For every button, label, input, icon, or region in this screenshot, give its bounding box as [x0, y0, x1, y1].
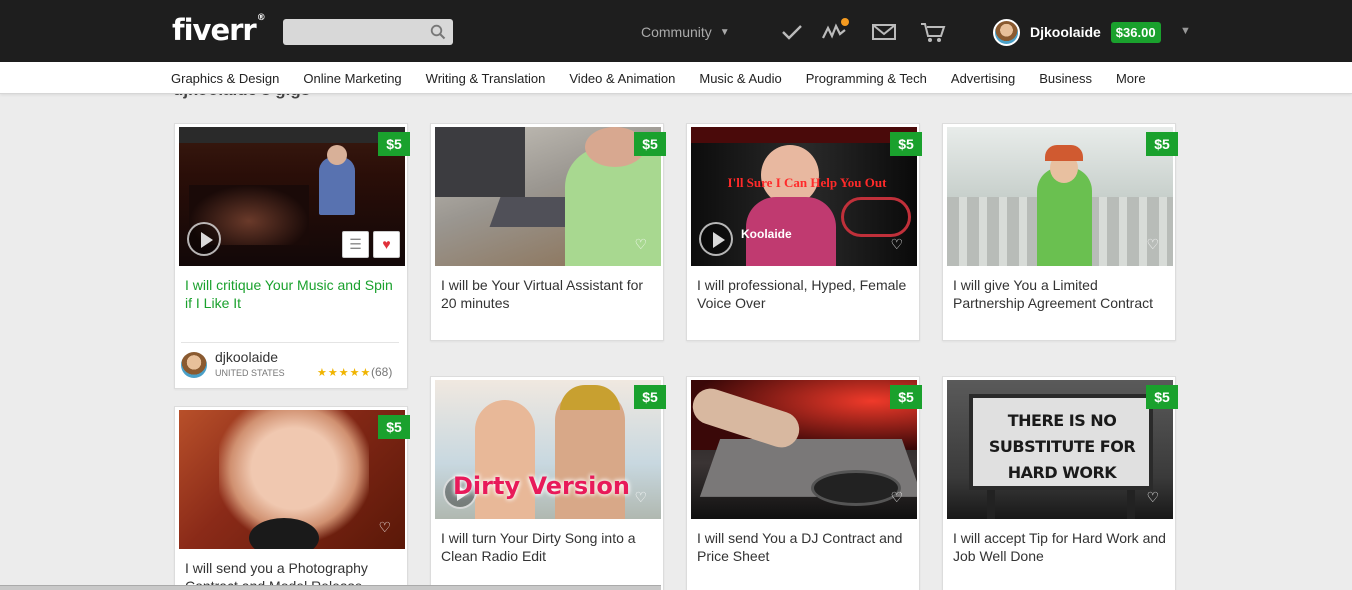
chevron-down-icon: ▼ — [719, 27, 730, 38]
gig-thumbnail[interactable]: ♡ — [179, 410, 405, 549]
thumbnail-dirty-text: Dirty Version — [453, 472, 630, 500]
heart-icon[interactable]: ♡ — [890, 236, 903, 253]
gig-title[interactable]: I will send You a DJ Contract and Price … — [697, 529, 911, 565]
balance-badge[interactable]: $36.00 — [1110, 21, 1161, 43]
gig-thumbnail[interactable]: ♡ — [691, 380, 917, 519]
gig-title[interactable]: I will critique Your Music and Spin if I… — [185, 276, 399, 312]
check-icon[interactable] — [779, 20, 805, 44]
thumbnail-tagline: I'll Sure I Can Help You Out — [727, 175, 887, 190]
seller-name[interactable]: djkoolaide — [215, 349, 278, 365]
gig-thumbnail[interactable]: ☰ ♥ — [179, 127, 405, 266]
heart-icon[interactable]: ♡ — [634, 236, 647, 253]
gig-thumbnail[interactable]: ♡ — [435, 127, 661, 266]
category-online-marketing[interactable]: Online Marketing — [303, 71, 401, 86]
price-badge: $5 — [890, 132, 922, 156]
mail-icon[interactable] — [871, 20, 897, 44]
seller-info: djkoolaide UNITED STATES ★★★★★ (68) — [181, 342, 399, 387]
search-input[interactable] — [283, 19, 423, 45]
heart-icon[interactable]: ♡ — [890, 489, 903, 506]
avatar[interactable] — [993, 18, 1020, 46]
gig-thumbnail[interactable]: THERE IS NO SUBSTITUTE FOR HARD WORK ♡ — [947, 380, 1173, 519]
category-advertising[interactable]: Advertising — [951, 71, 1015, 86]
gig-card[interactable]: ♡ $5 I will send you a Photography Contr… — [174, 406, 410, 590]
notification-dot — [841, 18, 849, 26]
review-count: (68) — [371, 365, 393, 379]
activity-button[interactable] — [821, 18, 849, 44]
cart-icon[interactable] — [920, 20, 946, 44]
fiverr-logo[interactable]: fiverr® — [172, 13, 266, 47]
heart-icon[interactable]: ♡ — [634, 489, 647, 506]
gig-title[interactable]: I will turn Your Dirty Song into a Clean… — [441, 529, 655, 565]
chevron-down-icon[interactable]: ▼ — [1180, 25, 1191, 37]
gig-card[interactable]: I'll Sure I Can Help You Out Koolaide ♡ … — [686, 123, 922, 341]
gig-title[interactable]: I will give You a Limited Partnership Ag… — [953, 276, 1167, 312]
price-badge: $5 — [378, 132, 410, 156]
play-icon[interactable] — [187, 222, 221, 256]
category-writing-translation[interactable]: Writing & Translation — [426, 71, 546, 86]
rating-stars: ★★★★★ — [317, 367, 372, 379]
top-bar: fiverr® Community ▼ Djkoolaide $36.00 ▼ — [0, 0, 1352, 62]
search-box[interactable] — [283, 19, 453, 45]
category-video-animation[interactable]: Video & Animation — [569, 71, 675, 86]
gig-card[interactable]: ♡ $5 I will send You a DJ Contract and P… — [686, 376, 922, 590]
list-icon[interactable]: ☰ — [342, 231, 369, 258]
gig-thumbnail[interactable]: Dirty Version ♡ — [435, 380, 661, 519]
heart-icon[interactable]: ♡ — [1146, 489, 1159, 506]
gig-thumbnail[interactable]: I'll Sure I Can Help You Out Koolaide ♡ — [691, 127, 917, 266]
thumbnail-sign-text: THERE IS NO SUBSTITUTE FOR HARD WORK — [988, 411, 1136, 482]
category-music-audio[interactable]: Music & Audio — [699, 71, 781, 86]
heart-icon[interactable]: ♡ — [378, 519, 391, 536]
category-graphics-design[interactable]: Graphics & Design — [171, 71, 279, 86]
gig-card[interactable]: ♡ $5 I will be Your Virtual Assistant fo… — [430, 123, 666, 341]
play-icon[interactable] — [699, 222, 733, 256]
gig-title[interactable]: I will accept Tip for Hard Work and Job … — [953, 529, 1167, 565]
avatar[interactable] — [181, 352, 207, 378]
heart-icon[interactable]: ♥ — [373, 231, 400, 258]
category-programming-tech[interactable]: Programming & Tech — [806, 71, 927, 86]
gig-card[interactable]: ♡ $5 I will give You a Limited Partnersh… — [942, 123, 1178, 341]
price-badge: $5 — [634, 385, 666, 409]
price-badge: $5 — [1146, 132, 1178, 156]
category-more[interactable]: More — [1116, 71, 1146, 86]
price-badge: $5 — [378, 415, 410, 439]
horizontal-scrollbar[interactable] — [0, 585, 661, 590]
price-badge: $5 — [890, 385, 922, 409]
seller-country: UNITED STATES — [215, 368, 285, 378]
search-icon[interactable] — [430, 24, 446, 40]
category-business[interactable]: Business — [1039, 71, 1092, 86]
gig-title[interactable]: I will professional, Hyped, Female Voice… — [697, 276, 911, 312]
gig-card[interactable]: Dirty Version ♡ $5 I will turn Your Dirt… — [430, 376, 666, 590]
category-bar: Graphics & Design Online Marketing Writi… — [0, 62, 1352, 94]
price-badge: $5 — [634, 132, 666, 156]
username[interactable]: Djkoolaide — [1030, 24, 1101, 40]
gig-title[interactable]: I will be Your Virtual Assistant for 20 … — [441, 276, 655, 312]
price-badge: $5 — [1146, 385, 1178, 409]
community-menu[interactable]: Community ▼ — [641, 24, 730, 40]
gig-thumbnail[interactable]: ♡ — [947, 127, 1173, 266]
gig-card[interactable]: ☰ ♥ $5 I will critique Your Music and Sp… — [174, 123, 410, 389]
thumbnail-brand: Koolaide — [741, 227, 792, 241]
gig-card[interactable]: THERE IS NO SUBSTITUTE FOR HARD WORK ♡ $… — [942, 376, 1178, 590]
user-menu[interactable]: Djkoolaide $36.00 — [993, 18, 1161, 46]
heart-icon[interactable]: ♡ — [1146, 236, 1159, 253]
